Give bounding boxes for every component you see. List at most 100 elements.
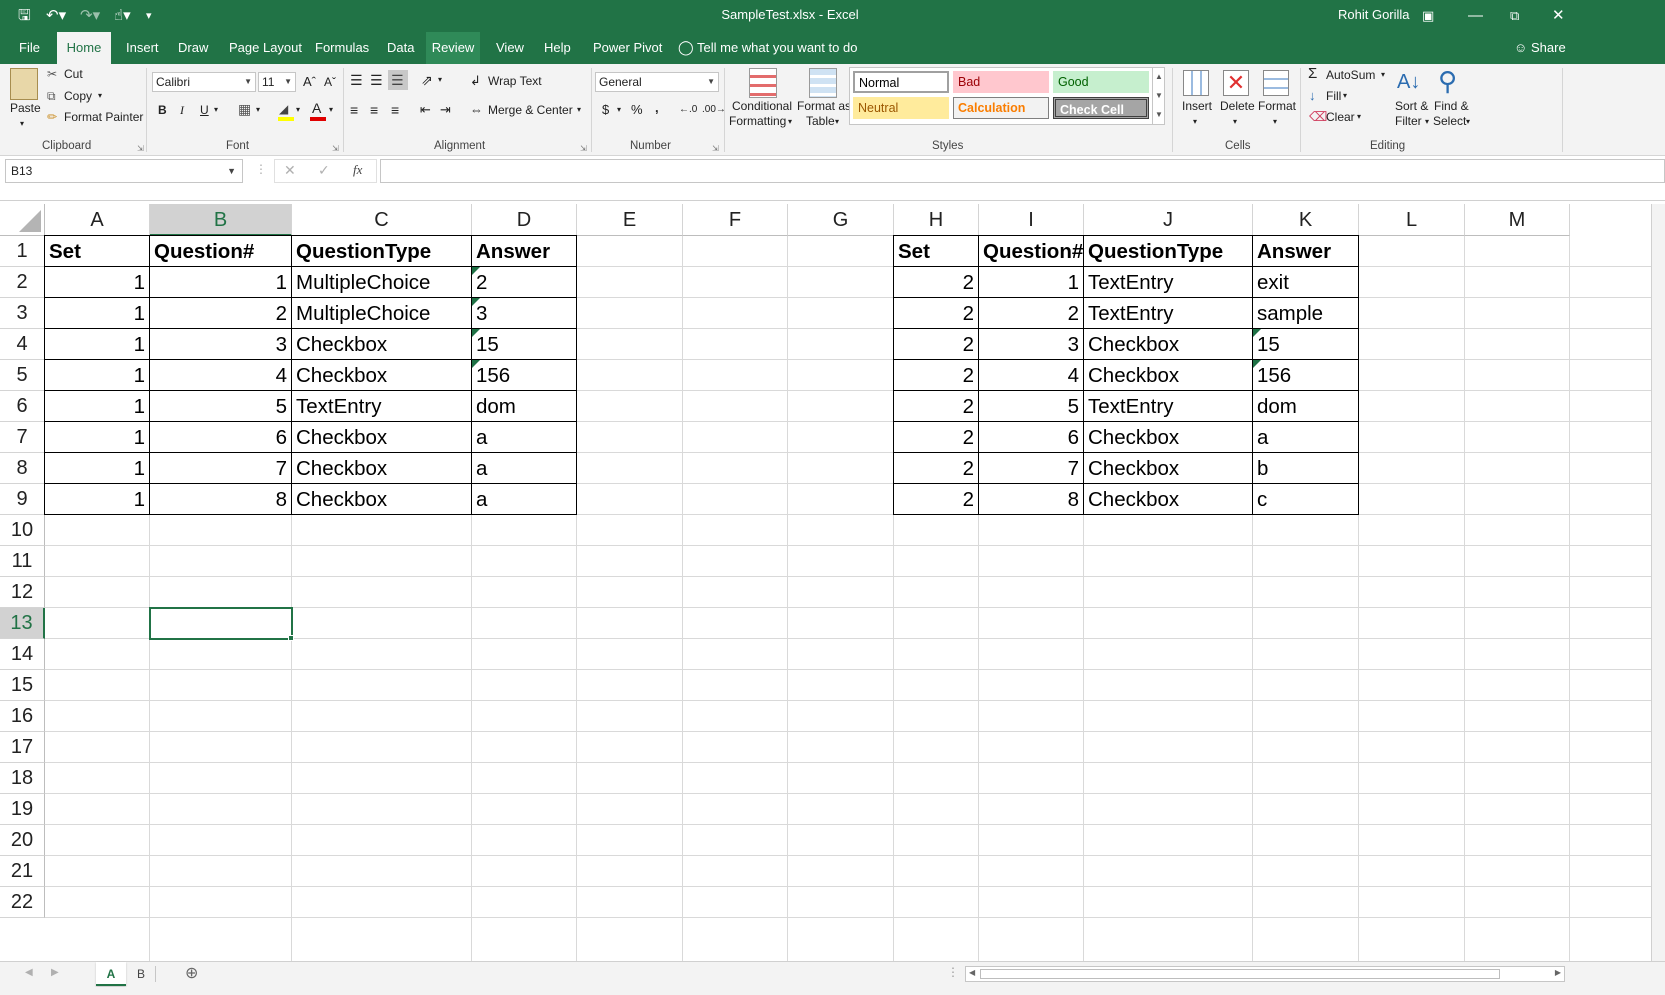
- table-cell[interactable]: 7: [978, 452, 1084, 484]
- conditional-formatting-label-2[interactable]: Formatting: [729, 113, 786, 129]
- autosum-dropdown-icon[interactable]: ▾: [1381, 67, 1385, 83]
- active-cell-selection[interactable]: [149, 607, 293, 640]
- merge-center-button[interactable]: Merge & Center: [488, 102, 573, 118]
- table-cell[interactable]: 6: [978, 421, 1084, 453]
- table-cell[interactable]: 1: [149, 266, 292, 298]
- format-cells-button[interactable]: Format: [1258, 98, 1296, 114]
- style-bad[interactable]: Bad: [953, 71, 1049, 93]
- column-header-l[interactable]: L: [1359, 204, 1465, 236]
- style-good[interactable]: Good: [1053, 71, 1149, 93]
- increase-decimal-icon[interactable]: ←.0: [679, 102, 697, 118]
- table-cell[interactable]: 2: [149, 297, 292, 329]
- row-header-17[interactable]: 17: [0, 732, 45, 763]
- column-header-b[interactable]: B: [150, 204, 292, 236]
- table-cell[interactable]: Checkbox: [291, 452, 472, 484]
- orientation-dropdown-icon[interactable]: ▾: [438, 72, 442, 88]
- paste-dropdown-icon[interactable]: ▾: [20, 116, 24, 132]
- alignment-launcher-icon[interactable]: ⇲: [580, 144, 587, 153]
- name-box[interactable]: B13 ▼: [5, 159, 243, 183]
- row-header-12[interactable]: 12: [0, 577, 45, 608]
- clear-dropdown-icon[interactable]: ▾: [1357, 109, 1361, 125]
- table-header-cell[interactable]: Answer: [471, 235, 577, 267]
- row-header-15[interactable]: 15: [0, 670, 45, 701]
- top-align-icon[interactable]: ☰: [350, 72, 363, 88]
- table-header-cell[interactable]: Answer: [1252, 235, 1359, 267]
- wrap-text-button[interactable]: Wrap Text: [488, 73, 542, 89]
- format-as-table-icon[interactable]: [809, 68, 837, 98]
- tab-insert[interactable]: Insert: [125, 32, 160, 64]
- row-header-2[interactable]: 2: [0, 267, 45, 298]
- insert-cells-icon[interactable]: [1183, 70, 1209, 96]
- table-cell[interactable]: 1: [44, 421, 150, 453]
- row-header-7[interactable]: 7: [0, 422, 45, 453]
- table-cell[interactable]: 6: [149, 421, 292, 453]
- minimize-icon[interactable]: —: [1468, 6, 1483, 26]
- table-cell[interactable]: 3: [978, 328, 1084, 360]
- table-cell[interactable]: 2: [893, 359, 979, 391]
- row-header-6[interactable]: 6: [0, 391, 45, 422]
- select-all-corner[interactable]: [0, 204, 45, 236]
- table-cell[interactable]: TextEntry: [1083, 390, 1253, 422]
- table-cell[interactable]: 1: [44, 359, 150, 391]
- table-cell[interactable]: TextEntry: [1083, 297, 1253, 329]
- table-header-cell[interactable]: Set: [44, 235, 150, 267]
- row-header-20[interactable]: 20: [0, 825, 45, 856]
- close-icon[interactable]: ✕: [1552, 6, 1565, 26]
- table-cell[interactable]: dom: [1252, 390, 1359, 422]
- sort-dropdown-icon[interactable]: ▾: [1425, 114, 1429, 130]
- column-header-m[interactable]: M: [1465, 204, 1570, 236]
- table-cell[interactable]: 2: [893, 483, 979, 515]
- align-center-icon[interactable]: ≡: [370, 102, 378, 118]
- format-table-dropdown-icon[interactable]: ▾: [835, 114, 839, 130]
- table-cell[interactable]: Checkbox: [291, 421, 472, 453]
- find-select-icon[interactable]: ⚲: [1438, 66, 1457, 96]
- table-cell[interactable]: 2: [978, 297, 1084, 329]
- table-cell[interactable]: c: [1252, 483, 1359, 515]
- decrease-font-icon[interactable]: Aˇ: [324, 74, 336, 90]
- row-header-3[interactable]: 3: [0, 298, 45, 329]
- table-cell[interactable]: 15: [471, 328, 577, 360]
- table-cell[interactable]: Checkbox: [291, 359, 472, 391]
- borders-dropdown-icon[interactable]: ▾: [256, 102, 260, 118]
- paste-button[interactable]: Paste: [10, 100, 41, 116]
- format-cells-icon[interactable]: [1263, 70, 1289, 96]
- table-cell[interactable]: 2: [893, 390, 979, 422]
- number-format-combo[interactable]: General ▼: [595, 72, 719, 92]
- bold-button[interactable]: B: [158, 102, 167, 118]
- fill-dropdown-icon[interactable]: ▾: [296, 102, 300, 118]
- table-cell[interactable]: 2: [893, 452, 979, 484]
- decrease-indent-icon[interactable]: ⇤: [420, 102, 431, 118]
- table-cell[interactable]: sample: [1252, 297, 1359, 329]
- table-cell[interactable]: 1: [978, 266, 1084, 298]
- column-header-i[interactable]: I: [979, 204, 1084, 236]
- table-cell[interactable]: 8: [149, 483, 292, 515]
- table-header-cell[interactable]: Question#: [149, 235, 292, 267]
- horizontal-scrollbar[interactable]: ◀ ▶: [965, 966, 1565, 982]
- table-cell[interactable]: MultipleChoice: [291, 266, 472, 298]
- increase-indent-icon[interactable]: ⇥: [440, 102, 451, 118]
- tab-splitter-icon[interactable]: ⋮: [947, 965, 959, 979]
- table-header-cell[interactable]: QuestionType: [1083, 235, 1253, 267]
- table-cell[interactable]: 1: [44, 297, 150, 329]
- table-cell[interactable]: 15: [1252, 328, 1359, 360]
- italic-button[interactable]: I: [180, 102, 184, 118]
- fill-dropdown-icon[interactable]: ▾: [1343, 88, 1347, 104]
- table-header-cell[interactable]: Question#: [978, 235, 1084, 267]
- column-header-k[interactable]: K: [1253, 204, 1359, 236]
- paste-icon[interactable]: [10, 68, 38, 100]
- row-header-21[interactable]: 21: [0, 856, 45, 887]
- share-button[interactable]: Share: [1530, 32, 1567, 64]
- tab-formulas[interactable]: Formulas: [314, 32, 370, 64]
- table-cell[interactable]: 2: [471, 266, 577, 298]
- middle-align-icon[interactable]: ☰: [370, 72, 383, 88]
- new-sheet-icon[interactable]: ⊕: [185, 963, 198, 983]
- conditional-formatting-icon[interactable]: [749, 68, 777, 98]
- tab-help[interactable]: Help: [543, 32, 572, 64]
- column-header-f[interactable]: F: [683, 204, 788, 236]
- conditional-formatting-label-1[interactable]: Conditional: [731, 98, 793, 114]
- conditional-dropdown-icon[interactable]: ▾: [788, 114, 792, 130]
- row-header-19[interactable]: 19: [0, 794, 45, 825]
- delete-cells-icon[interactable]: ✕: [1223, 70, 1249, 96]
- align-right-icon[interactable]: ≡: [391, 102, 399, 118]
- table-cell[interactable]: 4: [978, 359, 1084, 391]
